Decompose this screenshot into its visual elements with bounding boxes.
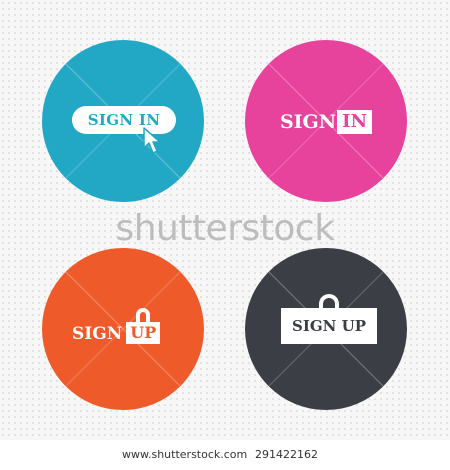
in-boxed-word: IN: [337, 110, 373, 134]
lock-shackle: [136, 308, 151, 322]
big-lock-shackle: [319, 294, 339, 310]
open-lock-icon: UP: [126, 308, 161, 344]
sign-up-label: SIGN UP: [292, 317, 366, 335]
sign-up-lock-text: SIGN UP: [72, 308, 161, 344]
sign-in-boxed-circle: SIGN IN: [245, 40, 407, 202]
footer-url: www.shutterstock.com: [122, 448, 248, 461]
sign-in-boxed-text: SIGN IN: [245, 110, 407, 134]
footer-bar: www.shutterstock.com 291422162: [0, 440, 450, 470]
sign-word: SIGN: [279, 111, 337, 133]
sign-in-cursor-circle: SIGN IN: [42, 40, 204, 202]
sign-up-lock-circle: SIGN UP: [42, 248, 204, 410]
sign-up-big-lock-circle: SIGN UP: [245, 248, 407, 410]
up-word: UP: [130, 323, 157, 342]
watermark: shutterstock: [115, 208, 335, 249]
big-lock-icon: SIGN UP: [281, 294, 377, 344]
cursor-arrow-icon: [143, 127, 161, 154]
footer-image-id: 291422162: [255, 448, 318, 461]
sign-word: SIGN: [72, 324, 123, 344]
